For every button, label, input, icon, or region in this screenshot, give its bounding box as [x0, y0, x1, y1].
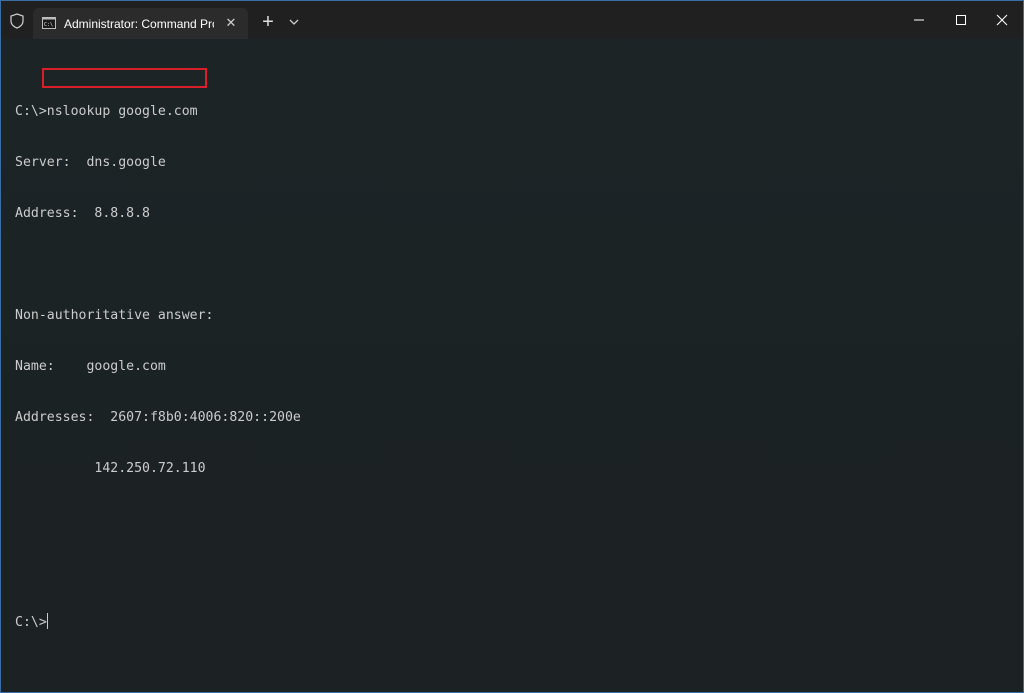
- svg-text:C:\: C:\: [44, 22, 53, 28]
- tab-command-prompt[interactable]: C:\ Administrator: Command Prom ✕: [33, 8, 248, 39]
- prompt: C:\>: [15, 104, 47, 119]
- prompt: C:\>: [15, 615, 47, 630]
- terminal-output[interactable]: C:\>nslookup google.com Server: dns.goog…: [15, 69, 1005, 664]
- prompt-line: C:\>: [15, 613, 1005, 630]
- close-tab-icon[interactable]: ✕: [223, 15, 239, 31]
- cmd-icon: C:\: [42, 17, 56, 29]
- ipv4-line: 142.250.72.110: [15, 461, 206, 476]
- chevron-down-icon[interactable]: [286, 13, 302, 31]
- close-button[interactable]: [982, 5, 1022, 35]
- minimize-button[interactable]: [899, 5, 939, 35]
- new-tab-button[interactable]: +: [258, 12, 278, 32]
- tab-title: Administrator: Command Prom: [64, 17, 214, 31]
- server-line: Server: dns.google: [15, 155, 166, 170]
- terminal-window: C:\ Administrator: Command Prom ✕ + C:\>…: [0, 0, 1024, 693]
- address-line: Address: 8.8.8.8: [15, 206, 150, 221]
- command-text: nslookup google.com: [46, 104, 198, 119]
- name-line: Name: google.com: [15, 359, 166, 374]
- shield-icon: [10, 13, 24, 29]
- nonauth-line: Non-authoritative answer:: [15, 308, 214, 323]
- maximize-button[interactable]: [941, 5, 981, 35]
- title-bar: C:\ Administrator: Command Prom ✕ +: [1, 1, 1023, 39]
- text-cursor: [46, 613, 48, 629]
- addresses-line: Addresses: 2607:f8b0:4006:820::200e: [15, 410, 301, 425]
- command-line: C:\>nslookup google.com: [15, 103, 1005, 120]
- command-highlight-box: [42, 68, 207, 88]
